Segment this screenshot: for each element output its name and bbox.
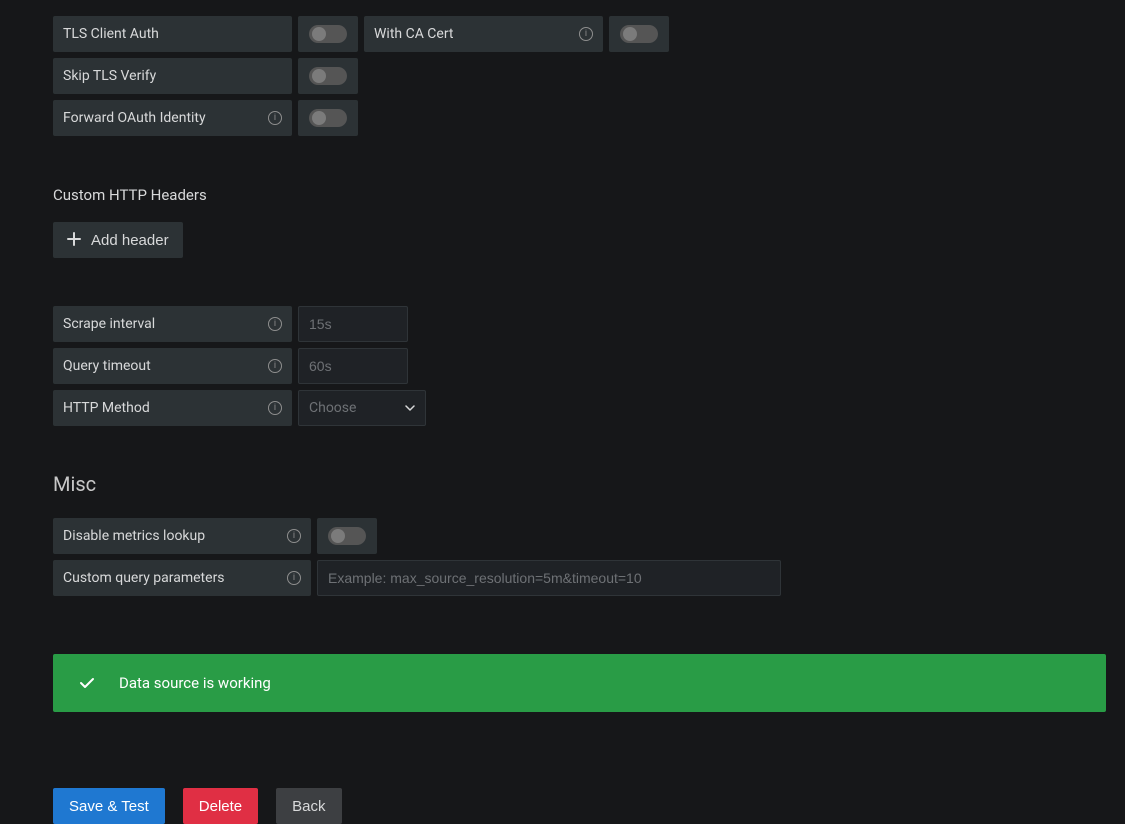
label-text: With CA Cert	[374, 26, 454, 42]
scrape-interval-label: Scrape interval i	[53, 306, 292, 342]
http-method-label: HTTP Method i	[53, 390, 292, 426]
tls-client-auth-toggle[interactable]	[309, 25, 347, 43]
with-ca-cert-label: With CA Cert i	[364, 16, 603, 52]
info-icon: i	[268, 111, 282, 125]
add-header-button[interactable]: Add header	[53, 222, 183, 258]
chevron-down-icon	[405, 405, 415, 411]
query-timeout-input[interactable]	[298, 348, 408, 384]
forward-oauth-toggle-wrap	[298, 100, 358, 136]
add-header-label: Add header	[91, 232, 169, 249]
info-icon: i	[287, 571, 301, 585]
info-icon: i	[268, 401, 282, 415]
forward-oauth-toggle[interactable]	[309, 109, 347, 127]
custom-query-params-input[interactable]	[317, 560, 781, 596]
label-text: Scrape interval	[63, 316, 155, 332]
label-text: Skip TLS Verify	[63, 68, 156, 84]
label-text: Custom query parameters	[63, 570, 225, 586]
label-text: Query timeout	[63, 358, 151, 374]
with-ca-cert-toggle[interactable]	[620, 25, 658, 43]
label-text: Disable metrics lookup	[63, 528, 205, 544]
custom-headers-title: Custom HTTP Headers	[53, 186, 1125, 204]
delete-button[interactable]: Delete	[183, 788, 258, 824]
skip-tls-verify-toggle-wrap	[298, 58, 358, 94]
info-icon: i	[268, 359, 282, 373]
info-icon: i	[268, 317, 282, 331]
label-text: TLS Client Auth	[63, 26, 159, 42]
skip-tls-verify-label: Skip TLS Verify	[53, 58, 292, 94]
custom-query-params-label: Custom query parameters i	[53, 560, 311, 596]
misc-title: Misc	[53, 472, 1125, 496]
scrape-interval-input[interactable]	[298, 306, 408, 342]
disable-metrics-toggle-wrap	[317, 518, 377, 554]
info-icon: i	[287, 529, 301, 543]
tls-client-auth-label: TLS Client Auth	[53, 16, 292, 52]
with-ca-cert-toggle-wrap	[609, 16, 669, 52]
select-placeholder: Choose	[309, 400, 356, 416]
disable-metrics-toggle[interactable]	[328, 527, 366, 545]
tls-client-auth-toggle-wrap	[298, 16, 358, 52]
info-icon: i	[579, 27, 593, 41]
label-text: HTTP Method	[63, 400, 150, 416]
http-method-select[interactable]: Choose	[298, 390, 426, 426]
disable-metrics-lookup-label: Disable metrics lookup i	[53, 518, 311, 554]
back-button[interactable]: Back	[276, 788, 341, 824]
query-timeout-label: Query timeout i	[53, 348, 292, 384]
alert-message: Data source is working	[119, 674, 271, 692]
button-row: Save & Test Delete Back	[53, 788, 1125, 824]
plus-icon	[67, 231, 81, 249]
forward-oauth-label: Forward OAuth Identity i	[53, 100, 292, 136]
skip-tls-verify-toggle[interactable]	[309, 67, 347, 85]
label-text: Forward OAuth Identity	[63, 110, 206, 126]
save-test-button[interactable]: Save & Test	[53, 788, 165, 824]
check-icon	[79, 677, 95, 689]
alert-success: Data source is working	[53, 654, 1106, 712]
